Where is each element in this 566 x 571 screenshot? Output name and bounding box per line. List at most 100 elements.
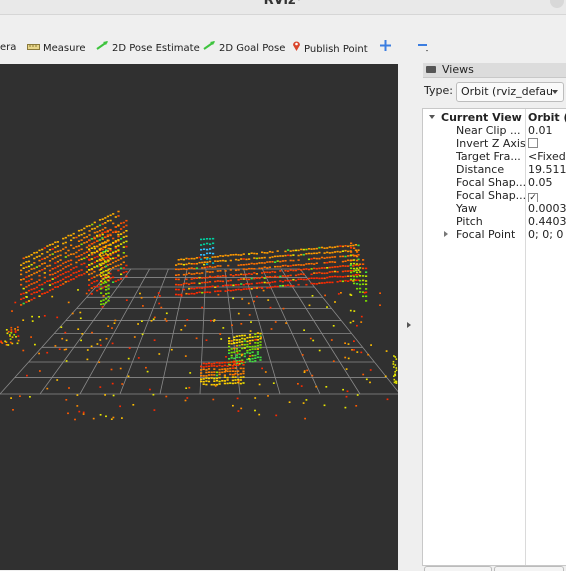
- cloud-point: [234, 382, 237, 384]
- cloud-point: [67, 270, 70, 273]
- cloud-point: [35, 266, 38, 268]
- cloud-point: [150, 320, 153, 322]
- cloud-point: [256, 344, 259, 347]
- cloud-point: [307, 248, 311, 250]
- cloud-point: [240, 407, 243, 410]
- cloud-point: [229, 274, 232, 276]
- cloud-point: [328, 252, 331, 254]
- tree-row-focal-point[interactable]: Focal Point 0; 0; 0: [423, 228, 566, 241]
- cloud-point: [200, 244, 203, 246]
- cloud-point: [90, 247, 93, 249]
- cloud-point: [266, 287, 269, 289]
- cloud-point: [233, 342, 235, 344]
- cloud-point: [266, 261, 269, 263]
- cloud-point: [198, 272, 201, 275]
- cloud-point: [65, 399, 68, 401]
- cloud-point: [242, 367, 245, 370]
- cloud-point: [207, 380, 211, 383]
- cloud-point: [243, 347, 246, 349]
- tree-row-target-frame[interactable]: Target Fra... <Fixed F: [423, 150, 566, 163]
- cloud-point: [185, 278, 188, 281]
- cloud-point: [219, 255, 222, 257]
- cloud-point: [65, 348, 68, 351]
- cloud-point: [12, 409, 14, 411]
- tree-row-pitch[interactable]: Pitch 0.44039: [423, 215, 566, 228]
- cloud-point: [356, 283, 359, 285]
- cloud-point: [310, 268, 313, 270]
- cloud-point: [13, 334, 16, 336]
- cloud-point: [247, 302, 250, 305]
- cloud-point: [206, 261, 209, 263]
- cloud-point: [248, 355, 252, 357]
- tool-remove-button[interactable]: [417, 40, 432, 56]
- cloud-point: [318, 246, 321, 249]
- cloud-point: [258, 277, 261, 280]
- cloud-point: [15, 336, 17, 338]
- tree-row-yaw[interactable]: Yaw 0.00039: [423, 202, 566, 215]
- cloud-point: [41, 269, 44, 271]
- cloud-point: [238, 335, 241, 337]
- tool-publish-point[interactable]: Publish Point: [292, 40, 368, 56]
- cloud-point: [175, 264, 178, 266]
- invert-z-checkbox[interactable]: [528, 138, 538, 148]
- cloud-point: [224, 369, 227, 372]
- cloud-point: [281, 260, 284, 262]
- focal-shape-checkbox[interactable]: ✓: [528, 193, 538, 202]
- cloud-point: [117, 269, 120, 272]
- cloud-point: [275, 414, 278, 417]
- cloud-point: [90, 287, 93, 289]
- tree-row-distance[interactable]: Distance 19.5116: [423, 163, 566, 176]
- cloud-point: [356, 394, 359, 396]
- cloud-point: [386, 398, 389, 401]
- cloud-point: [325, 386, 328, 388]
- cloud-point: [114, 280, 117, 283]
- cloud-point: [352, 244, 355, 247]
- cloud-point: [274, 280, 277, 283]
- tool-camera[interactable]: era: [0, 40, 16, 56]
- minus-icon: [417, 40, 429, 58]
- cloud-point: [356, 263, 359, 265]
- tree-row-current-view[interactable]: Current View Orbit (r: [423, 111, 566, 124]
- cloud-point: [106, 220, 109, 222]
- property-key: Focal Point: [456, 228, 516, 241]
- tool-2d-goal-pose[interactable]: 2D Goal Pose: [203, 40, 285, 56]
- tree-row-invert-z[interactable]: Invert Z Axis: [423, 137, 566, 150]
- cloud-point: [233, 336, 236, 339]
- cloud-point: [253, 277, 256, 280]
- cloud-point: [271, 256, 274, 258]
- cloud-point: [80, 263, 83, 266]
- cloud-point: [229, 364, 232, 366]
- property-value: 0.01: [528, 124, 553, 137]
- view-type-select[interactable]: Orbit (rviz_defau: [456, 82, 564, 102]
- cloud-point: [315, 247, 318, 250]
- expand-arrow-icon[interactable]: [429, 115, 435, 119]
- tool-add-button[interactable]: [380, 40, 394, 56]
- cloud-point: [211, 271, 214, 273]
- render-viewport[interactable]: [0, 64, 398, 570]
- remove-view-button[interactable]: [494, 566, 564, 571]
- cloud-point: [93, 247, 96, 250]
- tool-measure[interactable]: Measure: [27, 40, 86, 56]
- tree-row-near-clip[interactable]: Near Clip ... 0.01: [423, 124, 566, 137]
- cloud-point: [310, 258, 313, 260]
- panel-splitter[interactable]: [398, 64, 420, 570]
- cloud-point: [127, 375, 130, 378]
- cloud-point: [344, 260, 347, 262]
- tree-row-focal-shape-fixed[interactable]: Focal Shap... ✓: [423, 189, 566, 202]
- expand-arrow-icon[interactable]: [444, 231, 448, 237]
- cloud-point: [357, 244, 360, 247]
- cloud-point: [93, 285, 96, 288]
- cloud-point: [237, 259, 240, 261]
- cloud-point: [209, 238, 212, 240]
- tree-row-focal-shape-size[interactable]: Focal Shap... 0.05: [423, 176, 566, 189]
- cloud-point: [80, 243, 83, 246]
- zero-button[interactable]: [424, 566, 492, 571]
- cloud-point: [98, 361, 101, 363]
- cloud-point: [125, 299, 128, 301]
- tool-2d-pose-estimate[interactable]: 2D Pose Estimate: [96, 40, 200, 56]
- cloud-point: [165, 312, 168, 315]
- cloud-point: [234, 367, 237, 369]
- cloud-point: [305, 278, 308, 281]
- collapse-arrow-icon[interactable]: [407, 322, 411, 328]
- cloud-point: [70, 278, 73, 281]
